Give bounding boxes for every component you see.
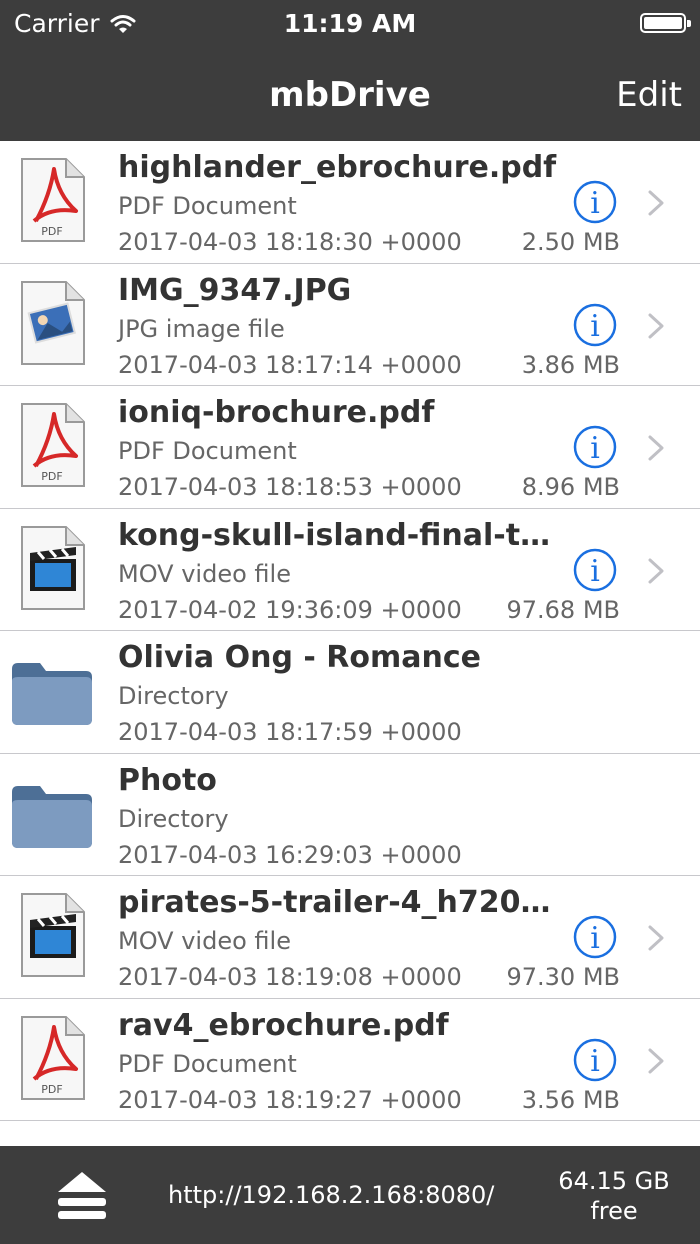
svg-text:PDF: PDF	[41, 470, 62, 483]
file-row[interactable]: PDF highlander_ebrochure.pdf PDF Documen…	[0, 141, 700, 264]
status-time: 11:19 AM	[283, 9, 417, 38]
info-icon[interactable]: i	[573, 548, 617, 592]
file-date: 2017-04-03 18:19:27 +0000	[118, 1085, 462, 1114]
navigation-bar: mbDrive Edit	[0, 46, 700, 141]
info-icon[interactable]: i	[573, 915, 617, 959]
file-type: Directory	[118, 804, 229, 833]
status-bar: Carrier 11:19 AM	[0, 0, 700, 46]
file-type: PDF Document	[118, 192, 297, 220]
eject-icon[interactable]	[54, 1170, 110, 1222]
file-size: 97.30 MB	[506, 963, 620, 991]
free-space: 64.15 GB free	[554, 1166, 674, 1226]
folder-icon	[10, 645, 94, 735]
file-type: PDF Document	[118, 437, 297, 465]
file-row[interactable]: PDF ioniq-brochure.pdf PDF Document 2017…	[0, 386, 700, 509]
file-date: 2017-04-03 18:18:53 +0000	[118, 473, 462, 501]
free-space-label: free	[590, 1197, 638, 1225]
info-icon[interactable]: i	[573, 425, 617, 469]
bottom-toolbar: http://192.168.2.168:8080/ 64.15 GB free	[0, 1146, 700, 1244]
pdf-file-icon: PDF	[10, 155, 94, 245]
image-file-icon	[10, 278, 94, 368]
server-url: http://192.168.2.168:8080/	[168, 1181, 495, 1209]
file-name: pirates-5-trailer-4_h720p....	[118, 885, 558, 920]
file-row[interactable]: pirates-5-trailer-4_h720p.... MOV video …	[0, 876, 700, 999]
file-type: MOV video file	[118, 927, 291, 955]
file-name: IMG_9347.JPG	[118, 272, 352, 308]
folder-row[interactable]: Photo Directory 2017-04-03 16:29:03 +000…	[0, 754, 700, 876]
file-date: 2017-04-03 18:19:08 +0000	[118, 963, 462, 991]
chevron-right-icon	[644, 311, 668, 341]
file-date: 2017-04-02 19:36:09 +0000	[118, 595, 462, 624]
svg-text:i: i	[590, 186, 600, 221]
file-date: 2017-04-03 16:29:03 +0000	[118, 840, 462, 869]
svg-text:i: i	[590, 921, 600, 956]
svg-text:i: i	[590, 431, 600, 466]
file-size: 8.96 MB	[521, 473, 620, 501]
file-row[interactable]: kong-skull-island-final-trail... MOV vid…	[0, 509, 700, 631]
chevron-right-icon	[644, 433, 668, 463]
info-icon[interactable]: i	[573, 180, 617, 224]
chevron-right-icon	[644, 556, 668, 586]
folder-icon	[10, 768, 94, 858]
svg-text:PDF: PDF	[41, 1083, 62, 1096]
chevron-right-icon	[644, 1046, 668, 1076]
folder-row[interactable]: Olivia Ong - Romance Directory 2017-04-0…	[0, 631, 700, 754]
file-name: kong-skull-island-final-trail...	[118, 517, 558, 553]
svg-text:i: i	[590, 554, 600, 589]
file-date: 2017-04-03 18:18:30 +0000	[118, 228, 462, 256]
folder-name: Photo	[118, 762, 217, 798]
file-row[interactable]: PDF rav4_ebrochure.pdf PDF Document 2017…	[0, 999, 700, 1121]
file-size: 2.50 MB	[521, 228, 620, 256]
battery-icon	[640, 13, 691, 33]
folder-name: Olivia Ong - Romance	[118, 640, 481, 675]
file-type: JPG image file	[118, 314, 285, 343]
file-size: 3.56 MB	[521, 1085, 620, 1114]
svg-text:i: i	[590, 1044, 600, 1079]
free-space-amount: 64.15 GB	[558, 1167, 670, 1195]
file-date: 2017-04-03 18:17:14 +0000	[118, 350, 462, 379]
file-type: PDF Document	[118, 1049, 297, 1078]
pdf-file-icon: PDF	[10, 1013, 94, 1103]
pdf-file-icon: PDF	[10, 400, 94, 490]
file-row[interactable]: IMG_9347.JPG JPG image file 2017-04-03 1…	[0, 264, 700, 386]
file-list: PDF highlander_ebrochure.pdf PDF Documen…	[0, 141, 700, 1121]
chevron-right-icon	[644, 188, 668, 218]
file-type: Directory	[118, 682, 229, 710]
file-size: 97.68 MB	[506, 595, 620, 624]
edit-button[interactable]: Edit	[616, 75, 682, 115]
info-icon[interactable]: i	[573, 1038, 617, 1082]
page-title: mbDrive	[269, 75, 431, 115]
file-name: rav4_ebrochure.pdf	[118, 1007, 449, 1043]
file-type: MOV video file	[118, 559, 291, 588]
video-file-icon	[10, 523, 94, 613]
file-size: 3.86 MB	[521, 350, 620, 379]
info-icon[interactable]: i	[573, 303, 617, 347]
file-name: highlander_ebrochure.pdf	[118, 150, 557, 185]
svg-text:i: i	[590, 309, 600, 344]
file-date: 2017-04-03 18:17:59 +0000	[118, 718, 462, 746]
chevron-right-icon	[644, 923, 668, 953]
file-name: ioniq-brochure.pdf	[118, 395, 435, 430]
video-file-icon	[10, 890, 94, 980]
svg-text:PDF: PDF	[41, 225, 62, 238]
